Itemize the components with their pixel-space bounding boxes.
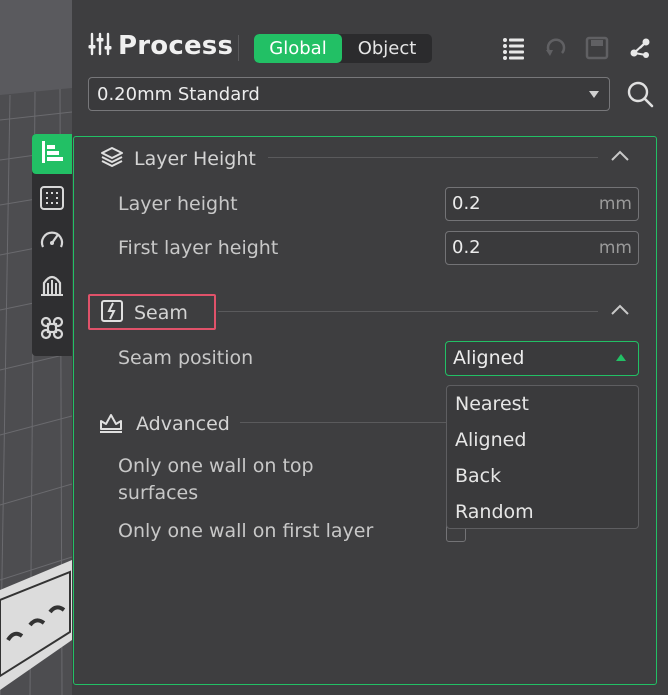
page-title: Process bbox=[118, 31, 234, 61]
undo-icon[interactable] bbox=[544, 36, 568, 64]
sliders-icon bbox=[88, 32, 112, 60]
others-icon bbox=[39, 315, 65, 345]
chevron-up-icon[interactable] bbox=[610, 302, 630, 321]
tab-speed[interactable] bbox=[32, 222, 72, 262]
save-icon[interactable] bbox=[585, 36, 609, 64]
section-seam[interactable]: Seam bbox=[100, 299, 188, 327]
seam-icon bbox=[100, 299, 124, 327]
global-object-toggle[interactable]: Global Object bbox=[254, 34, 432, 63]
unit-label: mm bbox=[598, 194, 632, 214]
seam-position-select[interactable]: Aligned bbox=[445, 341, 639, 376]
section-title: Advanced bbox=[136, 413, 230, 435]
tab-strength[interactable] bbox=[32, 180, 72, 220]
one-wall-top-label-line1: Only one wall on top bbox=[118, 455, 314, 477]
speed-icon bbox=[39, 227, 65, 257]
category-tabs bbox=[32, 134, 72, 356]
first-layer-height-value: 0.2 bbox=[452, 237, 481, 258]
seam-position-value: Aligned bbox=[453, 347, 525, 369]
quality-icon bbox=[39, 139, 65, 169]
tab-others[interactable] bbox=[32, 310, 72, 350]
toggle-global[interactable]: Global bbox=[254, 34, 342, 63]
unit-label: mm bbox=[598, 238, 632, 258]
panel-header: Process bbox=[88, 31, 233, 61]
chevron-down-icon bbox=[589, 91, 599, 98]
caret-up-icon bbox=[616, 354, 626, 361]
seam-position-label: Seam position bbox=[118, 347, 254, 369]
share-nodes-icon[interactable] bbox=[628, 36, 652, 64]
preset-dropdown[interactable]: 0.20mm Standard bbox=[88, 77, 610, 111]
tab-support[interactable] bbox=[32, 266, 72, 306]
section-advanced[interactable]: Advanced bbox=[98, 410, 230, 438]
tab-quality[interactable] bbox=[32, 134, 72, 174]
layer-height-value: 0.2 bbox=[452, 193, 481, 214]
layer-height-label: Layer height bbox=[118, 193, 238, 215]
option-back[interactable]: Back bbox=[455, 465, 501, 487]
preset-value: 0.20mm Standard bbox=[97, 84, 260, 105]
seam-position-options: Nearest Aligned Back Random bbox=[446, 385, 639, 529]
list-icon[interactable] bbox=[502, 36, 526, 64]
section-title: Seam bbox=[134, 302, 188, 324]
divider bbox=[218, 311, 598, 312]
first-layer-height-label: First layer height bbox=[118, 237, 279, 259]
toggle-object[interactable]: Object bbox=[342, 34, 432, 63]
first-layer-height-input[interactable]: 0.2 mm bbox=[445, 231, 639, 265]
divider bbox=[240, 422, 446, 423]
chevron-up-icon[interactable] bbox=[610, 148, 630, 167]
section-title: Layer Height bbox=[134, 148, 256, 170]
layers-icon bbox=[100, 145, 124, 173]
option-random[interactable]: Random bbox=[455, 501, 534, 523]
strength-icon bbox=[39, 185, 65, 215]
one-wall-first-layer-label: Only one wall on first layer bbox=[118, 520, 374, 542]
one-wall-top-label-line2: surfaces bbox=[118, 482, 199, 504]
divider bbox=[238, 35, 239, 61]
option-nearest[interactable]: Nearest bbox=[455, 393, 529, 415]
layer-height-input[interactable]: 0.2 mm bbox=[445, 187, 639, 221]
divider bbox=[268, 157, 598, 158]
support-icon bbox=[39, 271, 65, 301]
option-aligned[interactable]: Aligned bbox=[455, 429, 526, 451]
section-layer-height[interactable]: Layer Height bbox=[100, 145, 256, 173]
search-icon[interactable] bbox=[626, 80, 654, 112]
crown-icon bbox=[98, 410, 124, 438]
